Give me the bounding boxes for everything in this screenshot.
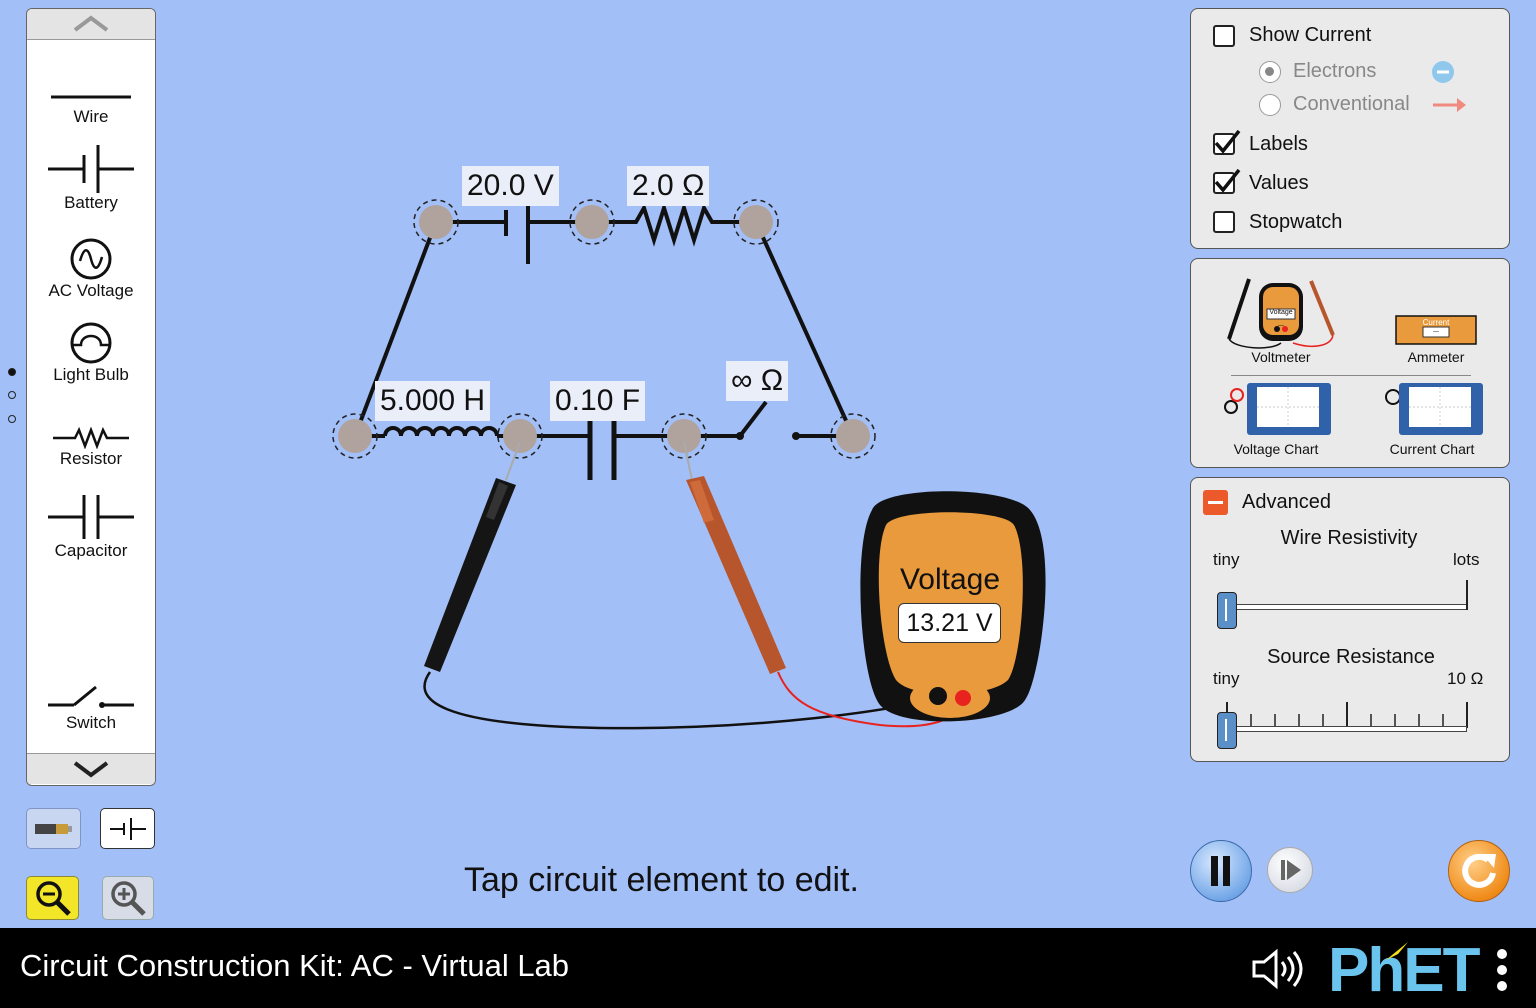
voltage-chart-tool-icon [1224,383,1331,435]
resistor-value-label[interactable]: 2.0 Ω [627,166,710,206]
pause-button[interactable] [1190,840,1252,902]
show-current-label[interactable]: Show Current [1249,24,1371,47]
wire-top-right[interactable] [754,221,855,437]
wire-resistivity-max-label: lots [1453,550,1480,569]
pause-icon [1211,856,1218,886]
circuit-vertex[interactable] [497,413,543,459]
circuit-vertex[interactable] [830,413,876,459]
advanced-title: Advanced [1242,491,1331,513]
checkmark-icon [1214,129,1241,154]
black-probe-cable [423,671,941,730]
electrons-radio[interactable] [1259,61,1281,83]
circuit-vertex[interactable] [332,413,378,459]
ammeter-tool-icon-text: Current [1422,318,1450,327]
navigation-bar: Circuit Construction Kit: AC - Virtual L… [0,928,1536,1008]
advanced-panel: Advanced Wire Resistivity tiny lots Sour… [1190,477,1510,762]
voltmeter-tool-icon-text: Voltage [1269,309,1293,316]
display-options-panel: Show Current Electrons Conventional Labe… [1190,8,1510,249]
wire-resistivity-major-tick [1466,580,1468,610]
checkmark-icon [1214,168,1241,193]
values-checkbox[interactable] [1213,168,1241,194]
source-resistance-title: Source Resistance [1267,646,1435,668]
options-menu-button[interactable] [1496,948,1508,992]
conventional-arrow-icon [1433,98,1466,112]
circuit-vertex[interactable] [661,413,707,459]
switch-value-label[interactable]: ∞ Ω [726,361,789,401]
voltmeter-reading: 13.21 V [898,603,1001,643]
red-probe[interactable] [683,441,786,674]
show-current-checkbox[interactable] [1213,25,1235,47]
minus-icon [1208,501,1223,504]
reset-icon [1462,853,1496,888]
conventional-label[interactable]: Conventional [1293,93,1410,116]
conventional-radio[interactable] [1259,94,1281,116]
current-chart-tool-icon [1385,383,1483,435]
labels-label[interactable]: Labels [1249,133,1308,156]
inductor-component[interactable] [355,426,520,438]
inductor-value-label[interactable]: 5.000 H [375,381,491,421]
stopwatch-label[interactable]: Stopwatch [1249,211,1342,234]
source-resistance-track[interactable] [1227,726,1467,732]
battery-value-label[interactable]: 20.0 V [462,166,559,206]
black-probe[interactable] [424,441,521,672]
source-resistance-thumb[interactable] [1217,712,1237,749]
reset-all-button[interactable] [1448,840,1510,902]
values-label[interactable]: Values [1249,172,1309,195]
voltage-chart-tool-label[interactable]: Voltage Chart [1213,441,1339,457]
sim-title: Circuit Construction Kit: AC - Virtual L… [20,948,570,983]
electrons-label[interactable]: Electrons [1293,60,1376,83]
stopwatch-checkbox[interactable] [1213,211,1235,233]
current-chart-tool[interactable] [1383,381,1483,437]
hint-text: Tap circuit element to edit. [464,861,859,899]
ammeter-tool-icon-dash: — [1433,329,1439,335]
switch-component[interactable] [684,400,853,440]
sensor-toolbox-panel: Voltage — Voltmeter Current — Ammeter Vo… [1190,258,1510,468]
sound-icon[interactable] [1250,948,1306,990]
source-resistance-max-label: 10 Ω [1447,669,1484,688]
ammeter-tool-label[interactable]: Ammeter [1391,349,1481,365]
wire-resistivity-track[interactable] [1227,604,1467,610]
wire-resistivity-thumb[interactable] [1217,592,1237,629]
voltmeter-title: Voltage [899,563,1001,596]
voltage-chart-tool[interactable] [1221,381,1333,437]
labels-checkbox[interactable] [1213,129,1241,155]
phet-logo[interactable]: PhET [1328,934,1484,1004]
voltmeter-tool-label[interactable]: Voltmeter [1221,349,1341,365]
advanced-collapse-button[interactable] [1203,490,1228,515]
more-vertical-icon [1497,949,1507,991]
circuit-vertex[interactable] [569,199,615,245]
electron-icon [1432,61,1454,83]
circuit-vertex[interactable] [733,199,779,245]
voltmeter-tool-icon-dash: — [1278,323,1284,329]
wire-resistivity-title: Wire Resistivity [1280,527,1418,549]
circuit-vertex[interactable] [413,199,459,245]
resistor-component[interactable] [592,201,756,247]
step-forward-button[interactable] [1267,847,1313,893]
step-forward-icon [1281,860,1301,880]
sensor-divider [1231,375,1471,376]
wire-resistivity-min-label: tiny [1213,550,1240,569]
capacitor-value-label[interactable]: 0.10 F [550,381,646,421]
source-resistance-min-label: tiny [1213,669,1240,688]
phet-logo-spark [1386,942,1408,960]
current-chart-tool-label[interactable]: Current Chart [1373,441,1491,457]
ammeter-tool[interactable]: Current — [1395,315,1477,345]
